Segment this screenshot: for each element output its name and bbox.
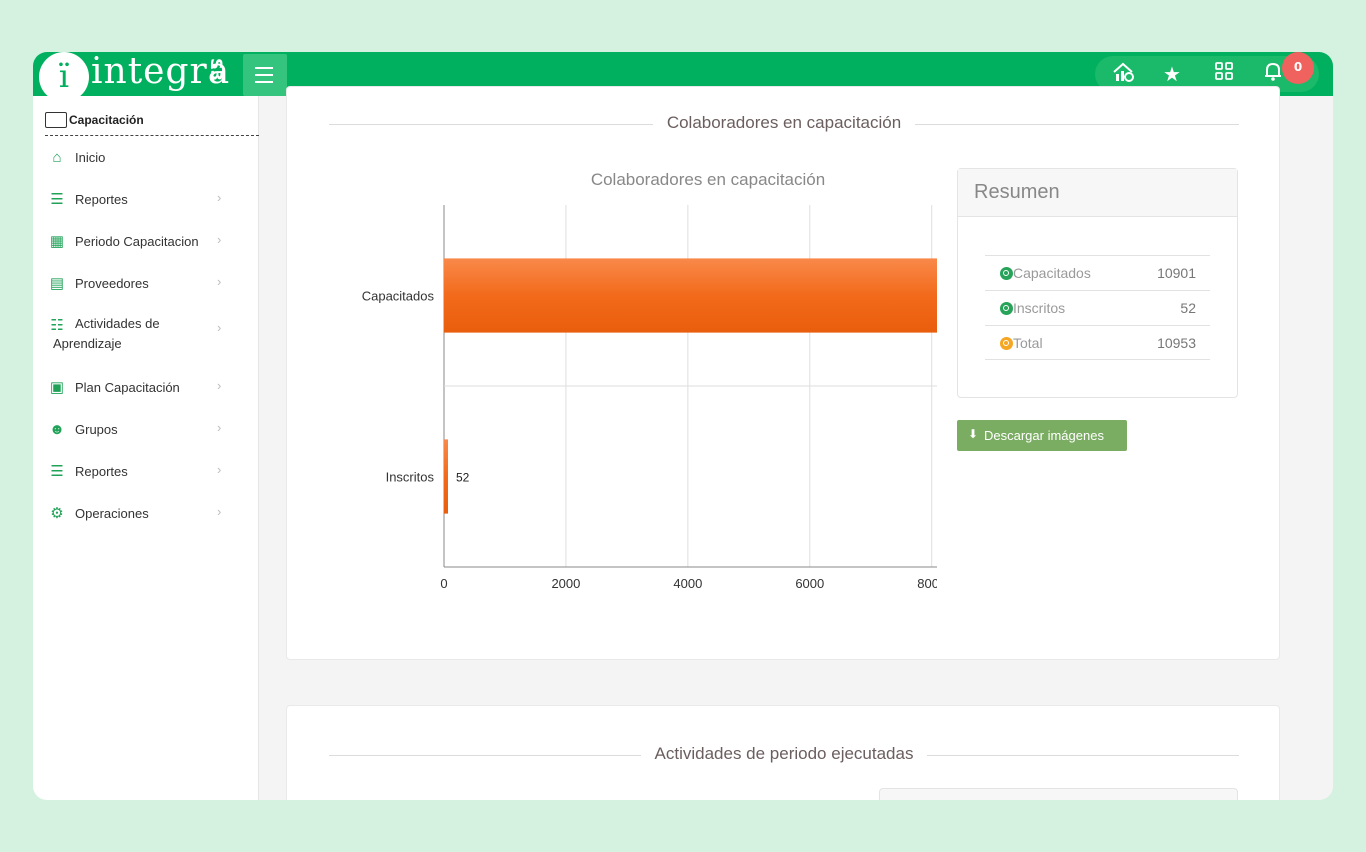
resumen-row-capacitados: Capacitados 10901 [985,255,1210,290]
sidebar-item-label: Reportes [75,192,128,207]
sidebar-item-actividades-de-aprendizaje[interactable]: ☷ Actividades de Aprendizaje › [33,306,259,354]
resumen-value: 10901 [1157,265,1196,281]
chevron-right-icon: › [217,190,222,205]
chevron-right-icon: › [217,420,222,435]
sidebar-item-label: Plan Capacitación [75,380,180,395]
resumen-value: 10953 [1157,335,1196,351]
section-title: Actividades de periodo ejecutadas [329,744,1239,764]
data-label: 52 [456,471,470,485]
bar-inscritos [444,439,448,514]
star-icon[interactable]: ★ [1158,60,1186,88]
dashboard-icon[interactable] [1109,60,1137,88]
sidebar-item-reportes-2[interactable]: ☰ Reportes › [33,452,259,492]
sidebar-item-proveedores[interactable]: ▤ Proveedores › [33,264,259,304]
menu-toggle-button[interactable] [243,54,287,96]
sidebar-item-reportes[interactable]: ☰ Reportes › [33,180,259,220]
building-icon: ▤ [49,275,65,292]
download-images-button[interactable]: ⬇ Descargar imágenes [957,420,1127,451]
x-tick-label: 8000 [917,576,937,591]
users-icon: ☻ [49,421,65,438]
actividades-summary-panel [879,788,1238,800]
sidebar-item-label: Inicio [75,150,106,165]
logo-icon: ï [39,52,89,102]
report-icon: ☰ [50,463,64,480]
bar-chart: Colaboradores en capacitación 0 2000 4000 6… [362,170,937,592]
logo-suffix: S3 [206,58,226,81]
bar-capacitados [444,258,937,333]
sidebar-item-label: Periodo Capacitacion [75,234,199,249]
sidebar-item-operaciones[interactable]: ⚙ Operaciones › [33,494,259,534]
chevron-right-icon: › [217,320,222,335]
status-dot-icon [1000,267,1013,280]
chevron-right-icon: › [217,378,222,393]
sidebar-item-plan-capacitacion[interactable]: ▣ Plan Capacitación › [33,368,259,408]
sidebar: Capacitación ⌂ Inicio ☰ Reportes › ▦ Per… [33,96,259,800]
x-tick-label: 2000 [551,576,580,591]
info-icon [1000,337,1013,350]
home-icon: ⌂ [52,149,62,166]
sidebar-item-label: Grupos [75,422,118,437]
resumen-header: Resumen [958,169,1237,217]
resumen-value: 52 [1180,300,1196,316]
report-icon: ☰ [50,191,64,208]
x-tick-label: 4000 [673,576,702,591]
chevron-right-icon: › [217,232,222,247]
training-icon [45,112,67,128]
sidebar-header-label: Capacitación [69,113,144,127]
resumen-row-inscritos: Inscritos 52 [985,290,1210,325]
x-tick-label: 6000 [795,576,824,591]
section-title-text: Actividades de periodo ejecutadas [640,744,928,763]
actividades-card: Actividades de periodo ejecutadas [286,705,1280,800]
sidebar-item-label: Actividades de Aprendizaje [53,316,160,351]
sidebar-item-label: Operaciones [75,506,149,521]
grid-icon[interactable] [1210,60,1238,88]
chart-title: Colaboradores en capacitación [591,170,825,189]
sidebar-item-grupos[interactable]: ☻ Grupos › [33,410,259,450]
y-category-label: Inscritos [386,470,435,485]
download-icon: ⬇ [968,427,979,441]
download-button-label: Descargar imágenes [984,428,1104,443]
main-content: Colaboradores en capacitación Colaborado… [259,86,1333,800]
chevron-right-icon: › [217,462,222,477]
x-tick-label: 0 [440,576,447,591]
resumen-panel: Resumen Capacitados 10901 Inscritos 52 T… [957,168,1238,398]
app-window: ï integra S3 ★ 0 Capacitación ⌂ Inicio ☰ [33,52,1333,800]
y-category-label: Capacitados [362,289,435,304]
resumen-label: Total [1013,335,1043,351]
section-title-text: Colaboradores en capacitación [652,113,916,132]
chevron-right-icon: › [217,504,222,519]
sidebar-item-periodo-capacitacion[interactable]: ▦ Periodo Capacitacion › [33,222,259,262]
status-dot-icon [1000,302,1013,315]
resumen-table: Capacitados 10901 Inscritos 52 Total 109… [985,255,1210,360]
calendar-icon: ▦ [49,233,65,250]
sidebar-header: Capacitación [45,110,259,136]
chevron-right-icon: › [217,274,222,289]
resumen-title: Resumen [974,181,1060,203]
notification-badge: 0 [1282,52,1314,84]
colaboradores-card: Colaboradores en capacitación Colaborado… [286,86,1280,660]
chart-labels: 0 2000 4000 6000 8000 Capacitados Inscritos 52 [362,289,937,592]
sidebar-item-label: Proveedores [75,276,149,291]
sidebar-item-label: Reportes [75,464,128,479]
sidebar-item-inicio[interactable]: ⌂ Inicio [33,138,259,178]
gears-icon: ⚙ [50,505,64,522]
document-icon: ▣ [49,379,65,396]
resumen-row-total: Total 10953 [985,325,1210,360]
resumen-label: Inscritos [1013,300,1066,316]
section-title: Colaboradores en capacitación [329,113,1239,133]
resumen-label: Capacitados [1013,265,1091,281]
